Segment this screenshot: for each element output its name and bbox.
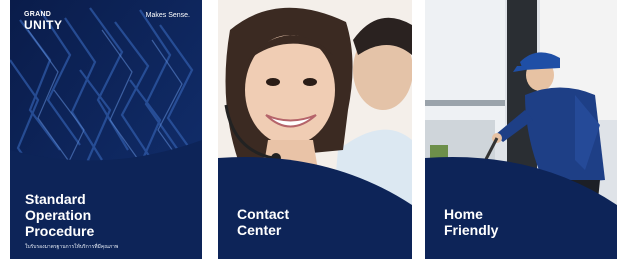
tagline: Makes Sense. [145, 12, 190, 19]
card-standard-operation-procedure[interactable]: GRAND UNITY Makes Sense. Standard Operat… [10, 0, 202, 259]
card-title: Home Friendly [444, 206, 498, 238]
card-title: Standard Operation Procedure [25, 191, 195, 239]
card-contact-center[interactable]: Contact Center [218, 0, 412, 259]
card-title: Contact Center [237, 206, 289, 238]
title-line: Procedure [25, 223, 95, 239]
grand-unity-logo: GRAND UNITY [24, 10, 63, 32]
title-line: Home [444, 206, 483, 222]
logo-line-2: UNITY [24, 18, 63, 32]
title-line: Friendly [444, 222, 499, 238]
card-subtitle: ใบรับรองมาตรฐานการให้บริการที่มีคุณภาพ [25, 244, 119, 250]
title-line: Operation [25, 207, 92, 223]
title-line: Contact [237, 206, 290, 222]
title-line: Center [237, 222, 282, 238]
title-line: Standard [25, 191, 86, 207]
card-home-friendly[interactable]: Home Friendly [425, 0, 617, 259]
